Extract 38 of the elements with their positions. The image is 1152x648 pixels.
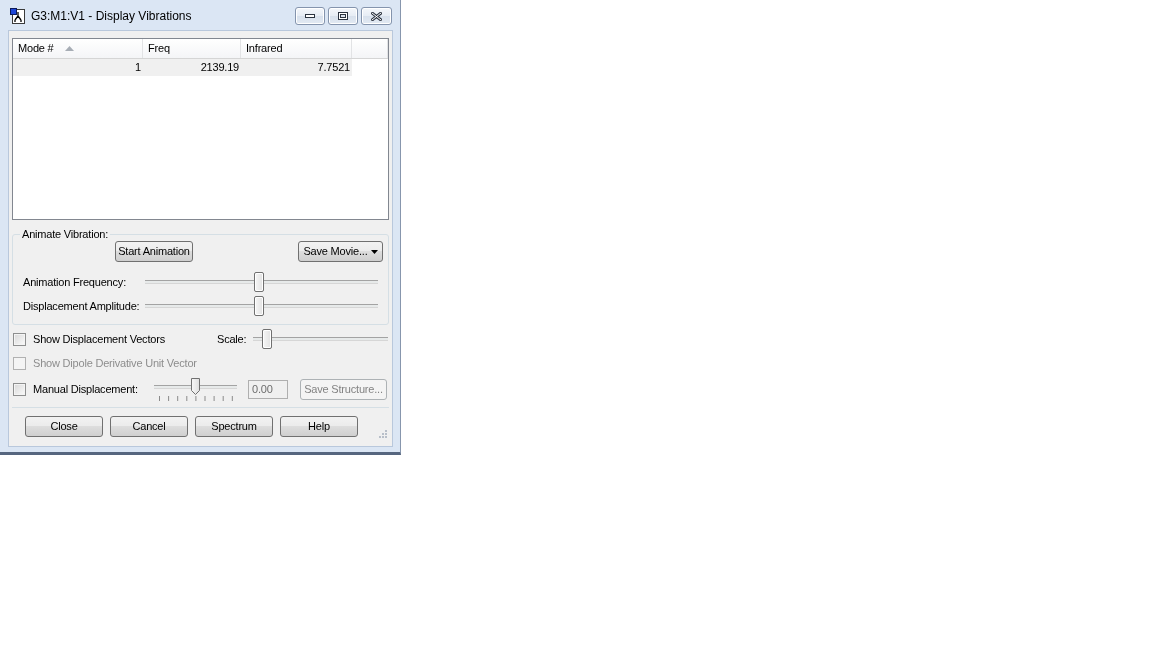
sort-arrow-icon: [64, 46, 74, 51]
dialog-button[interactable]: Close: [25, 416, 103, 437]
slider-label: Scale:: [217, 331, 248, 347]
save-movie-button[interactable]: Save Movie...: [298, 241, 383, 262]
molecule-document-icon: [10, 8, 26, 24]
dialog-button[interactable]: Help: [280, 416, 358, 437]
slider-thumb[interactable]: [254, 272, 264, 292]
group-label: Animate Vibration:: [21, 227, 110, 241]
window-title: G3:M1:V1 - Display Vibrations: [31, 8, 192, 25]
dialog-button[interactable]: Cancel: [110, 416, 188, 437]
table-cell-text: 2139.19: [199, 60, 240, 76]
column-header[interactable]: Infrared: [241, 39, 352, 58]
checkbox-label: Manual Displacement:: [33, 381, 139, 397]
dialog-button[interactable]: Spectrum: [195, 416, 273, 437]
maximize-button[interactable]: [328, 7, 358, 25]
close-icon: [371, 11, 382, 21]
minimize-icon: [305, 14, 315, 18]
checkbox-label: Show Displacement Vectors: [33, 331, 166, 347]
slider-label: Animation Frequency:: [23, 274, 127, 290]
table-row[interactable]: 1 2139.19 7.7521: [13, 59, 352, 76]
checkbox[interactable]: [13, 332, 26, 346]
slider-thumb[interactable]: [254, 296, 264, 316]
tick-marks-icon: [159, 395, 233, 401]
start-animation-button[interactable]: Start Animation: [115, 241, 193, 262]
column-header[interactable]: Mode #: [13, 39, 143, 58]
close-button[interactable]: [361, 7, 392, 25]
minimize-button[interactable]: [295, 7, 325, 25]
checkbox-label: Show Dipole Derivative Unit Vector: [33, 355, 197, 371]
table-cell-text: 1: [134, 60, 142, 76]
table-cell-text: 7.7521: [316, 60, 351, 76]
checkbox[interactable]: [13, 382, 26, 396]
maximize-icon: [338, 12, 348, 20]
slider-thumb[interactable]: [262, 329, 272, 349]
resize-grip-icon: [379, 430, 387, 438]
slider-thumb[interactable]: [191, 377, 200, 395]
column-header[interactable]: Freq: [143, 39, 241, 58]
slider-label: Displacement Amplitude:: [23, 298, 141, 314]
caret-icon: [370, 249, 378, 254]
